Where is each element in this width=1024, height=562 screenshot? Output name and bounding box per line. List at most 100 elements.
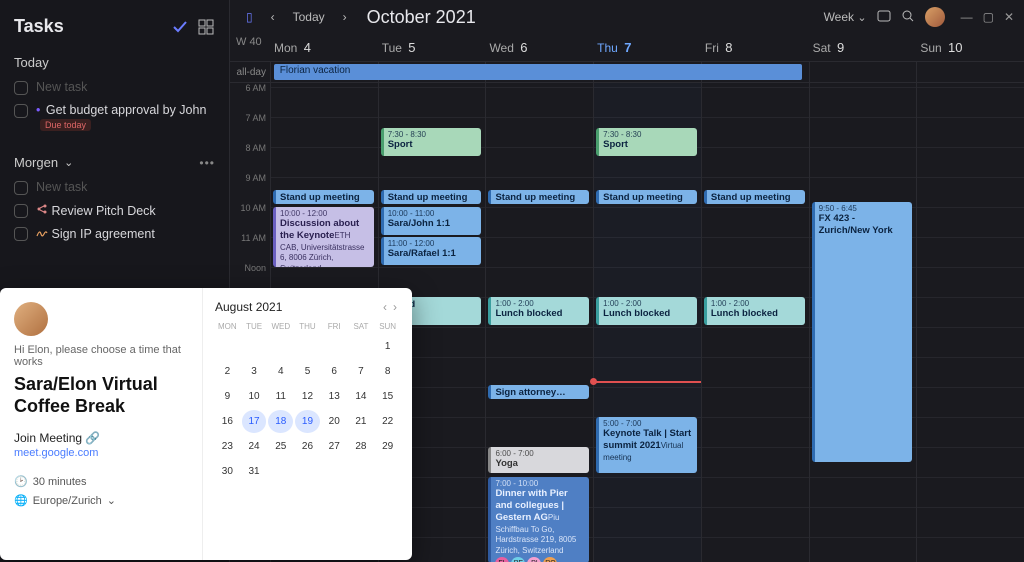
- event-discussion-keynote[interactable]: 10:00 - 12:00Discussion about the Keynot…: [273, 207, 374, 267]
- mini-day-cell[interactable]: 22: [375, 410, 400, 433]
- mini-day-cell[interactable]: 29: [375, 435, 400, 458]
- mini-dow: SUN: [375, 320, 400, 333]
- mini-dow: SAT: [349, 320, 374, 333]
- event-lunch[interactable]: 1:00 - 2:00Lunch blocked: [488, 297, 589, 325]
- event-sign-attorney[interactable]: Sign attorney…: [488, 385, 589, 399]
- task-review-pitch[interactable]: Review Pitch Deck: [14, 199, 215, 222]
- checkbox-icon[interactable]: [14, 81, 28, 95]
- today-button[interactable]: Today: [287, 8, 331, 26]
- join-meeting-link[interactable]: Join Meeting 🔗 meet.google.com: [14, 431, 188, 459]
- event-standup[interactable]: Stand up meeting: [273, 190, 374, 204]
- day-col-sat[interactable]: 9:50 - 6:45FX 423 - Zurich/New York: [809, 83, 917, 562]
- avatar[interactable]: [925, 7, 945, 27]
- checkbox-icon[interactable]: [14, 181, 28, 195]
- share-icon: [36, 203, 48, 215]
- mini-calendar-icon[interactable]: [877, 9, 891, 26]
- prev-week-button[interactable]: ‹: [265, 8, 281, 26]
- panel-toggle-icon[interactable]: ▯: [240, 8, 259, 26]
- mini-day-cell[interactable]: 4: [268, 360, 293, 383]
- mini-day-cell[interactable]: 27: [322, 435, 347, 458]
- event-sara-rafael[interactable]: 11:00 - 12:00Sara/Rafael 1:1: [381, 237, 482, 265]
- event-lunch[interactable]: 1:00 - 2:00Lunch blocked: [596, 297, 697, 325]
- mini-day-cell[interactable]: 14: [349, 385, 374, 408]
- check-icon[interactable]: [171, 18, 189, 36]
- mini-dow: THU: [295, 320, 320, 333]
- task-sign-ip[interactable]: Sign IP agreement: [14, 222, 215, 245]
- mini-day-cell[interactable]: 8: [375, 360, 400, 383]
- minimize-button[interactable]: —: [961, 10, 973, 24]
- event-yoga[interactable]: 6:00 - 7:00Yoga: [488, 447, 589, 473]
- checkbox-icon[interactable]: [14, 227, 28, 241]
- mini-next-button[interactable]: ›: [390, 300, 400, 314]
- day-header-wed[interactable]: Wed 6: [485, 34, 593, 61]
- event-standup[interactable]: Stand up meeting: [596, 190, 697, 204]
- checkbox-icon[interactable]: [14, 104, 28, 118]
- task-budget-approval[interactable]: • Get budget approval by John Due today: [14, 99, 215, 135]
- duration-row: 🕑30 minutes: [14, 475, 188, 488]
- close-button[interactable]: ✕: [1004, 10, 1014, 24]
- timezone-row[interactable]: 🌐Europe/Zurich ⌄: [14, 494, 188, 507]
- event-fx-flight[interactable]: 9:50 - 6:45FX 423 - Zurich/New York: [812, 202, 913, 462]
- mini-day-cell[interactable]: 17: [242, 410, 267, 433]
- mini-day-cell[interactable]: 10: [242, 385, 267, 408]
- group-label[interactable]: Morgen ⌄: [14, 155, 73, 170]
- mini-day-cell[interactable]: 12: [295, 385, 320, 408]
- next-week-button[interactable]: ›: [337, 8, 353, 26]
- mini-prev-button[interactable]: ‹: [380, 300, 390, 314]
- day-header-sat[interactable]: Sat 9: [809, 34, 917, 61]
- day-header-tue[interactable]: Tue 5: [378, 34, 486, 61]
- mini-day-cell[interactable]: 7: [349, 360, 374, 383]
- layout-icon[interactable]: [197, 18, 215, 36]
- mini-day-cell[interactable]: 25: [268, 435, 293, 458]
- mini-day-cell[interactable]: 21: [349, 410, 374, 433]
- mini-day-cell[interactable]: 20: [322, 410, 347, 433]
- maximize-button[interactable]: ▢: [983, 10, 994, 24]
- mini-day-cell[interactable]: 11: [268, 385, 293, 408]
- mini-day-cell[interactable]: 15: [375, 385, 400, 408]
- day-header-thu[interactable]: Thu 7: [593, 34, 701, 61]
- event-keynote-talk[interactable]: 5:00 - 7:00Keynote Talk | Start summit 2…: [596, 417, 697, 473]
- day-col-thu[interactable]: 7:30 - 8:30Sport Stand up meeting 1:00 -…: [593, 83, 701, 562]
- mini-day-cell[interactable]: 2: [215, 360, 240, 383]
- mini-day-cell[interactable]: 1: [375, 335, 400, 358]
- view-selector[interactable]: Week ⌄: [824, 10, 867, 24]
- mini-day-cell[interactable]: 30: [215, 460, 240, 483]
- mini-day-cell[interactable]: 23: [215, 435, 240, 458]
- event-sport[interactable]: 7:30 - 8:30Sport: [596, 128, 697, 156]
- event-standup[interactable]: Stand up meeting: [381, 190, 482, 204]
- day-header-mon[interactable]: Mon 4: [270, 34, 378, 61]
- day-col-wed[interactable]: Stand up meeting 1:00 - 2:00Lunch blocke…: [485, 83, 593, 562]
- event-dinner[interactable]: 7:00 - 10:00Dinner with Pier and collegu…: [488, 477, 589, 562]
- event-florian-vacation[interactable]: Florian vacation: [274, 64, 802, 80]
- mini-day-cell[interactable]: 3: [242, 360, 267, 383]
- mini-day-cell[interactable]: 24: [242, 435, 267, 458]
- day-header-sun[interactable]: Sun 10: [916, 34, 1024, 61]
- more-icon[interactable]: •••: [199, 156, 215, 170]
- day-header-fri[interactable]: Fri 8: [701, 34, 809, 61]
- mini-day-cell[interactable]: 18: [268, 410, 293, 433]
- search-icon[interactable]: [901, 9, 915, 26]
- event-standup[interactable]: Stand up meeting: [704, 190, 805, 204]
- mini-day-cell[interactable]: 19: [295, 410, 320, 433]
- event-sara-john[interactable]: 10:00 - 11:00Sara/John 1:1: [381, 207, 482, 235]
- checkbox-icon[interactable]: [14, 204, 28, 218]
- mini-day-cell[interactable]: 28: [349, 435, 374, 458]
- mini-day-cell[interactable]: 5: [295, 360, 320, 383]
- due-badge: Due today: [40, 119, 91, 131]
- mini-day-cell[interactable]: 16: [215, 410, 240, 433]
- hour-label: 11 AM: [230, 233, 270, 263]
- event-sport[interactable]: 7:30 - 8:30Sport: [381, 128, 482, 156]
- mini-day-cell[interactable]: 9: [215, 385, 240, 408]
- new-task-row[interactable]: New task: [14, 76, 215, 99]
- mini-calendar[interactable]: MONTUEWEDTHUFRISATSUN 123456789101112131…: [215, 320, 400, 483]
- mini-day-cell[interactable]: 13: [322, 385, 347, 408]
- new-task-row-2[interactable]: New task: [14, 176, 215, 199]
- day-col-sun[interactable]: [916, 83, 1024, 562]
- event-lunch[interactable]: 1:00 - 2:00Lunch blocked: [704, 297, 805, 325]
- mini-day-cell[interactable]: 6: [322, 360, 347, 383]
- event-standup[interactable]: Stand up meeting: [488, 190, 589, 204]
- mini-day-cell[interactable]: 26: [295, 435, 320, 458]
- mini-day-cell[interactable]: 31: [242, 460, 267, 483]
- hour-label: 6 AM: [230, 83, 270, 113]
- day-col-fri[interactable]: Stand up meeting 1:00 - 2:00Lunch blocke…: [701, 83, 809, 562]
